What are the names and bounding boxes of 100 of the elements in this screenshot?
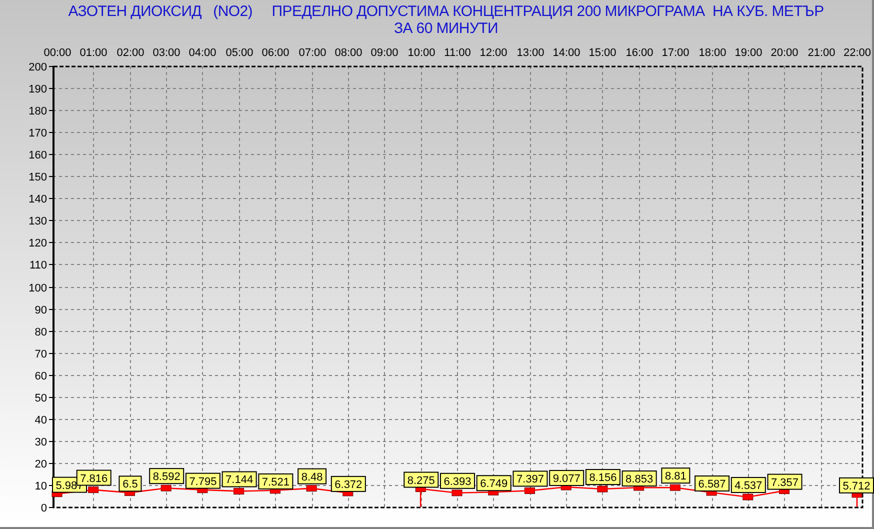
y-axis-label: 60 xyxy=(34,370,47,382)
tick-mark xyxy=(48,176,54,177)
y-axis-label: 20 xyxy=(34,458,47,470)
tick-mark xyxy=(48,441,54,442)
tick-mark xyxy=(48,507,54,508)
data-label: 6.587 xyxy=(698,478,726,490)
x-axis-label: 21:00 xyxy=(808,47,836,59)
data-label: 8.81 xyxy=(664,470,686,483)
x-axis-label: 20:00 xyxy=(770,47,798,59)
x-axis-label: 22:00 xyxy=(843,47,871,59)
x-axis-label: 04:00 xyxy=(188,47,216,59)
y-axis-label: 160 xyxy=(28,150,47,162)
data-label: 7.795 xyxy=(185,472,220,489)
data-label: 7.521 xyxy=(262,476,290,488)
x-axis-label: 03:00 xyxy=(152,47,180,59)
y-axis-label: 30 xyxy=(34,436,47,448)
x-axis-label: 17:00 xyxy=(662,47,690,59)
x-axis-label: 06:00 xyxy=(262,47,290,59)
tick-mark xyxy=(48,397,54,398)
y-axis-label: 130 xyxy=(28,216,47,228)
y-axis-label: 0 xyxy=(40,502,47,514)
data-label: 6.393 xyxy=(440,472,475,489)
data-label: 9.077 xyxy=(552,472,580,485)
tick-mark xyxy=(48,220,54,221)
tick-mark xyxy=(48,110,54,111)
data-label: 8.156 xyxy=(585,469,620,486)
y-axis-label: 190 xyxy=(28,84,47,96)
tick-mark xyxy=(48,331,54,332)
chart-title: ЗА 60 МИНУТИ xyxy=(394,20,498,37)
x-axis-label: 10:00 xyxy=(408,47,436,59)
y-axis-label: 10 xyxy=(34,480,47,492)
x-axis-label: 00:00 xyxy=(44,47,72,59)
y-axis-label: 120 xyxy=(28,238,47,250)
tick-mark xyxy=(48,419,54,420)
data-label: 4.537 xyxy=(734,480,762,492)
tick-mark xyxy=(48,132,54,133)
y-axis-label: 40 xyxy=(34,414,47,426)
tick-mark xyxy=(48,264,54,265)
x-axis-label: 16:00 xyxy=(626,47,654,59)
y-axis-label: 90 xyxy=(34,304,47,316)
data-label: 5.712 xyxy=(842,480,870,492)
tick-mark xyxy=(48,353,54,354)
data-label: 8.853 xyxy=(622,470,657,486)
y-axis-label: 50 xyxy=(34,392,47,404)
tick-mark xyxy=(48,463,54,464)
data-label: 6.372 xyxy=(334,478,362,491)
x-axis-label: 18:00 xyxy=(698,47,726,59)
data-label: 8.853 xyxy=(626,473,654,486)
data-label: 8.156 xyxy=(589,472,617,484)
x-axis-label: 14:00 xyxy=(552,47,580,59)
data-label: 5.712 xyxy=(839,477,874,494)
data-label: 6.749 xyxy=(476,475,512,492)
data-label: 7.521 xyxy=(258,473,294,490)
y-axis-label: 140 xyxy=(28,194,47,206)
x-axis-label: 07:00 xyxy=(298,47,326,59)
tick-mark xyxy=(48,66,54,67)
data-label: 6.749 xyxy=(480,478,508,490)
data-label: 6.393 xyxy=(444,476,472,488)
x-axis-label: 08:00 xyxy=(334,47,362,59)
y-axis-label: 150 xyxy=(28,172,47,184)
x-axis-label: 02:00 xyxy=(116,47,144,59)
data-label: 7.397 xyxy=(516,474,544,486)
tick-mark xyxy=(48,88,54,89)
data-label: 8.48 xyxy=(298,468,327,484)
tick-mark xyxy=(48,309,54,310)
x-axis-label: 01:00 xyxy=(80,47,108,59)
x-axis-label: 05:00 xyxy=(226,47,254,59)
x-axis-label: 09:00 xyxy=(370,47,398,59)
data-label: 8.592 xyxy=(152,471,180,484)
data-label: 7.357 xyxy=(767,474,802,490)
chart-title: АЗОТЕН ДИОКСИД (NO2) ПРЕДЕЛНО ДОПУСТИМА КОНЦЕНТРАЦИЯ 200 МИКРОГРАМА НА КУБ. МЕТЪР xyxy=(68,3,824,20)
data-label: 6.372 xyxy=(330,476,366,492)
data-label: 9.077 xyxy=(549,470,584,486)
data-label: 8.48 xyxy=(301,471,323,484)
x-axis-label: 19:00 xyxy=(734,47,762,59)
data-label: 8.592 xyxy=(149,468,184,484)
data-label: 8.275 xyxy=(404,472,439,488)
y-axis-label: 180 xyxy=(28,106,47,118)
y-axis-label: 170 xyxy=(28,128,47,140)
data-label: 8.275 xyxy=(407,474,435,487)
data-label: 6.5 xyxy=(122,478,138,491)
data-label: 6.5 xyxy=(118,476,142,492)
data-label: 8.81 xyxy=(661,468,690,484)
x-axis-label: 12:00 xyxy=(480,47,508,59)
x-axis-label: 13:00 xyxy=(516,47,544,59)
data-label: 7.144 xyxy=(226,474,254,486)
x-axis-label: 15:00 xyxy=(588,47,616,59)
x-axis-label: 11:00 xyxy=(444,47,471,59)
data-label: 7.397 xyxy=(512,470,548,487)
data-label: 7.357 xyxy=(771,476,799,489)
tick-mark xyxy=(48,154,54,155)
y-axis-label: 200 xyxy=(28,62,47,74)
data-label: 6.587 xyxy=(694,475,730,492)
tick-mark xyxy=(48,287,54,288)
data-label: 7.144 xyxy=(222,471,257,488)
data-label: 7.795 xyxy=(189,476,217,488)
tick-mark xyxy=(48,198,54,199)
y-axis-label: 80 xyxy=(34,326,47,338)
y-axis-label: 100 xyxy=(28,282,47,294)
data-label: 4.537 xyxy=(730,477,766,493)
